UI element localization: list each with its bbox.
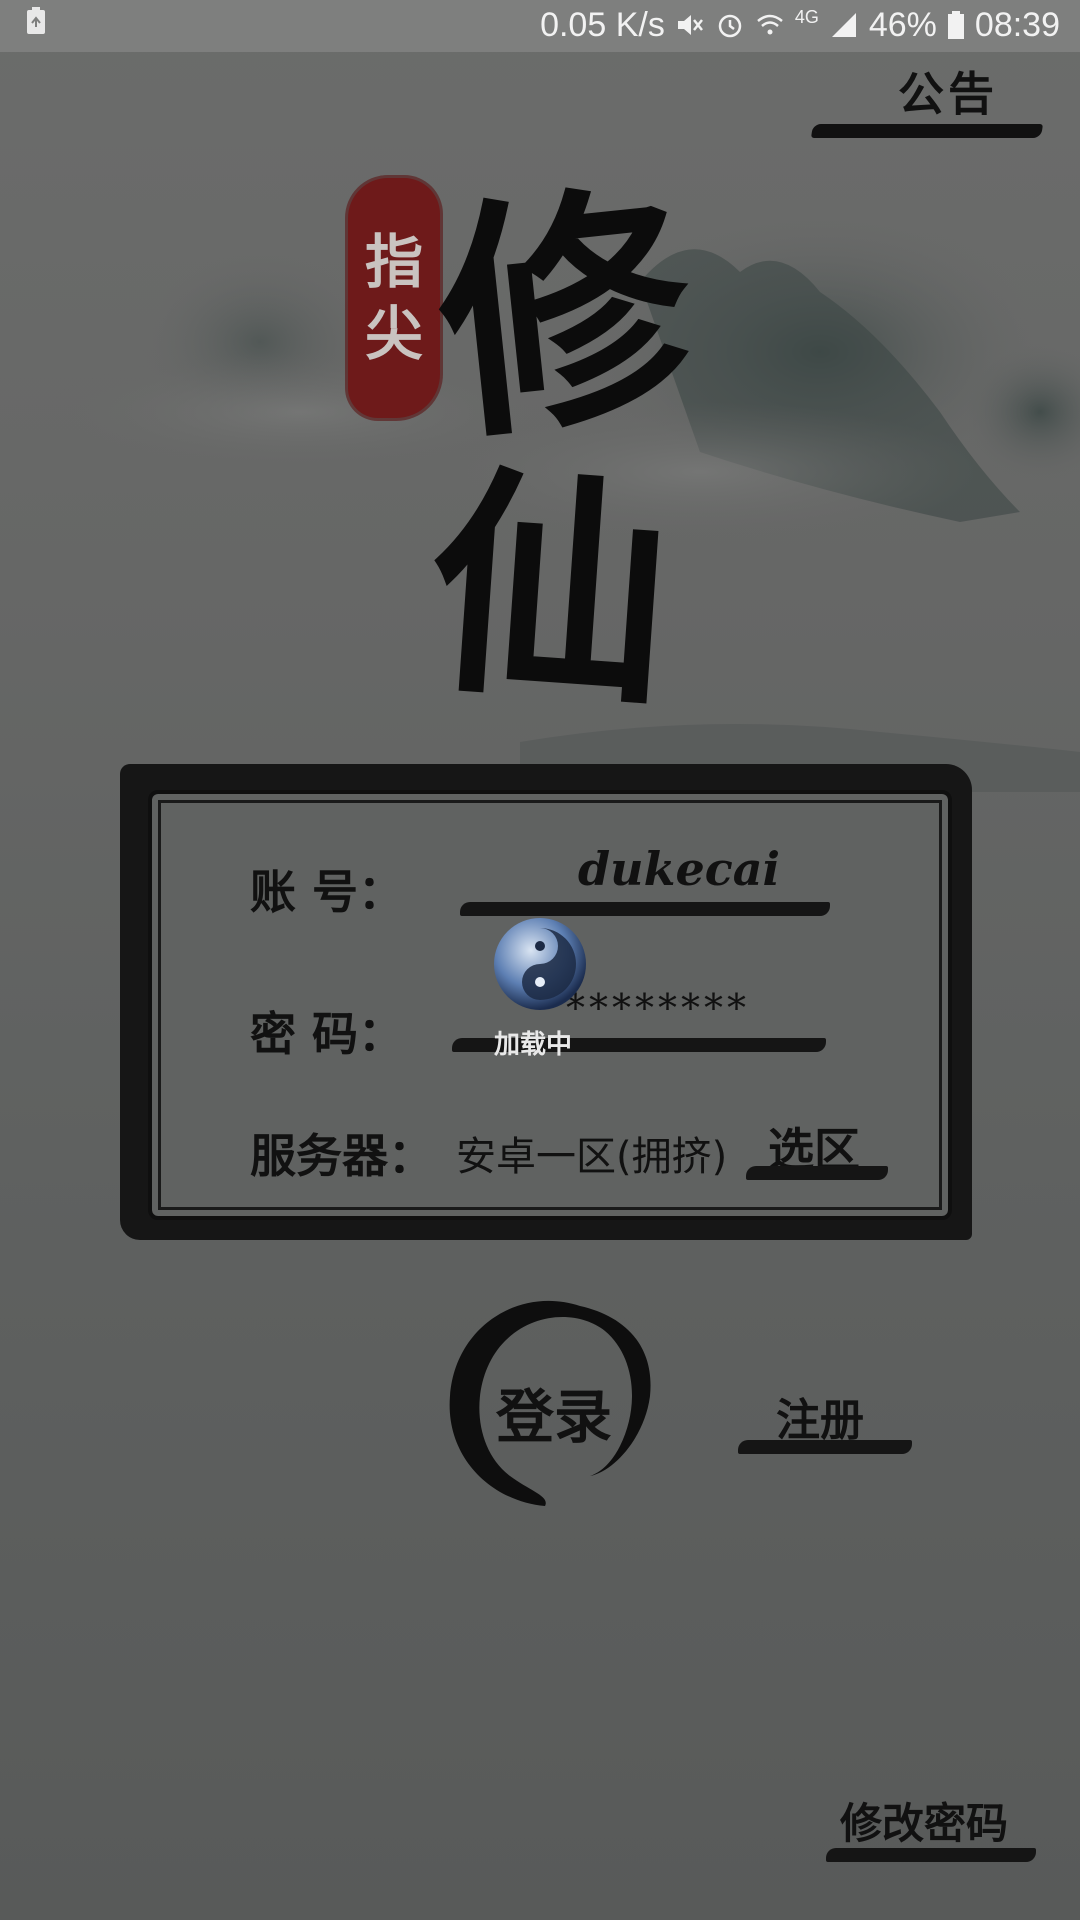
battery-percent: 46%: [868, 6, 937, 44]
battery-icon: [947, 11, 964, 39]
network-type: 4G: [794, 7, 819, 27]
login-button[interactable]: 登录: [496, 1370, 612, 1454]
wifi-icon: [757, 14, 783, 35]
server-label: 服务器：: [250, 1129, 434, 1183]
register-underline: [738, 1440, 912, 1454]
change-password-underline: [826, 1848, 1036, 1862]
change-password-button[interactable]: 修改密码: [840, 1790, 1008, 1851]
seal-char-top: 指: [364, 228, 423, 296]
mute-icon: [677, 15, 703, 35]
password-label: 密 码：: [250, 1007, 405, 1061]
signal-icon: [831, 13, 856, 37]
title-char-2: 仙: [420, 440, 680, 740]
account-label: 账 号：: [250, 865, 405, 919]
yin-yang-loading-icon: [494, 918, 586, 1010]
seal-char-bottom: 尖: [364, 300, 423, 368]
clock: 08:39: [974, 6, 1060, 44]
title-char-1: 修: [425, 155, 705, 475]
alarm-icon: [718, 14, 742, 38]
loading-text: 加载中: [494, 1030, 573, 1060]
title-seal: 指 尖: [348, 178, 440, 418]
server-value: 安卓一区(拥挤): [456, 1134, 728, 1180]
register-button[interactable]: 注册: [776, 1384, 864, 1448]
select-server-underline: [746, 1166, 888, 1180]
account-input[interactable]: dukecai: [578, 842, 780, 896]
network-speed: 0.05 K/s: [540, 6, 665, 44]
notice-button[interactable]: 公告: [898, 58, 998, 124]
status-bar: 0.05 K/s 4G 46% 08:39: [0, 0, 1080, 52]
password-input[interactable]: ********: [566, 986, 750, 1030]
recycle-icon: [27, 7, 45, 34]
login-screen: 0.05 K/s 4G 46% 08:39 公告 指 尖 修 仙 账 号： du…: [0, 0, 1080, 1920]
notice-brush-stroke: [811, 124, 1043, 138]
status-indicators: 0.05 K/s 4G 46% 08:39: [540, 2, 1060, 48]
